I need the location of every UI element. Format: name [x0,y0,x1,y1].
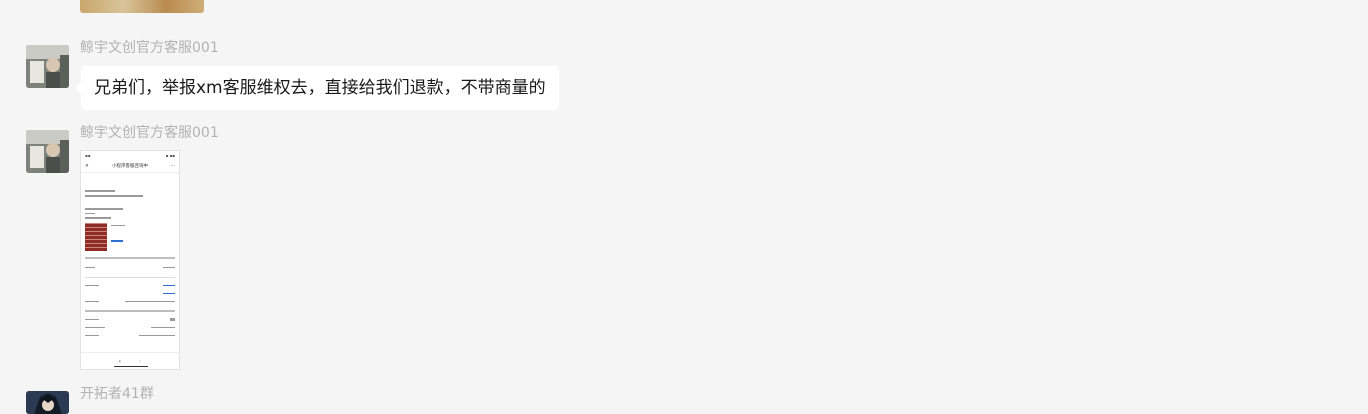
phone-nav-title: 小程序客服咨询中 [112,164,148,169]
phone-status-bar: ▪▪ ▪ ▪▪ [81,151,179,160]
phone-nav-bar: ✕ 小程序客服咨询中 ··· [81,160,179,173]
phone-status-signal-icon: ▪ ▪▪ [165,153,175,158]
image-message-phone-screenshot[interactable]: ▪▪ ▪ ▪▪ ✕ 小程序客服咨询中 ··· ‹ › [80,150,180,370]
avatar[interactable] [26,391,69,414]
phone-bottom-bar: ‹ › [81,352,179,369]
previous-image-message[interactable] [80,0,204,13]
more-icon: ··· [170,163,175,169]
sender-name: 开拓者41群 [80,386,154,402]
close-icon: ✕ [85,163,89,169]
sender-name: 鲸宇文创官方客服001 [80,40,219,56]
avatar[interactable] [26,130,69,173]
phone-status-time-icon: ▪▪ [85,153,91,158]
message-bubble[interactable]: 兄弟们，举报xm客服维权去，直接给我们退款，不带商量的 [75,66,559,110]
sender-name: 鲸宇文创官方客服001 [80,125,219,141]
avatar[interactable] [26,45,69,88]
product-thumbnail [85,222,107,251]
phone-product-card [85,222,175,253]
home-indicator [114,365,148,367]
forward-arrow-icon: › [139,357,142,365]
back-arrow-icon: ‹ [118,357,121,365]
